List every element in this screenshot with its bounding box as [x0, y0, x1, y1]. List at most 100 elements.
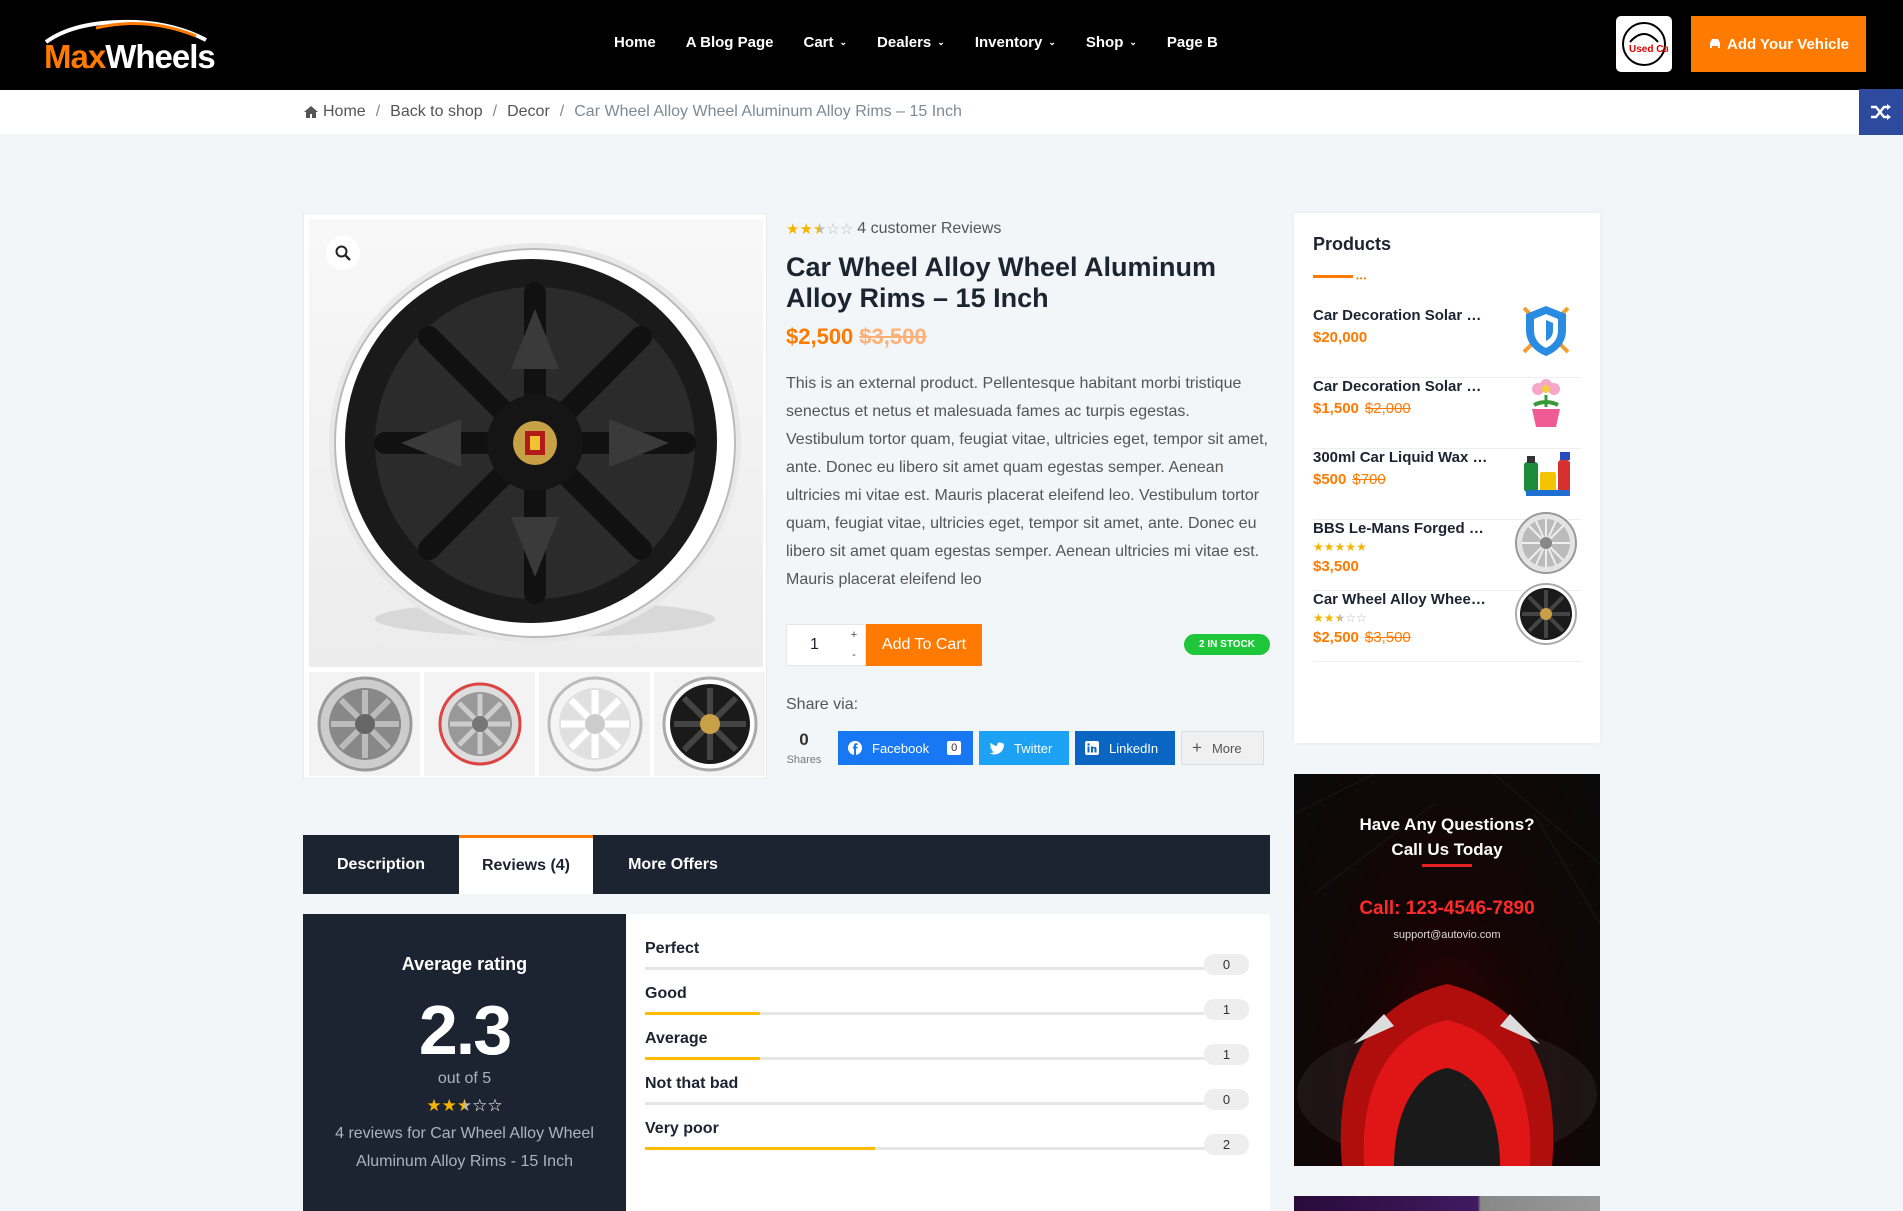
- thumbnail[interactable]: [309, 672, 420, 776]
- chevron-down-icon: ⌄: [1129, 37, 1137, 47]
- share-count-number: 0: [799, 730, 809, 749]
- contact-promo-banner[interactable]: Have Any Questions? Call Us Today Call: 1…: [1294, 774, 1600, 1166]
- tab-description[interactable]: Description: [303, 835, 459, 894]
- shuffle-button[interactable]: [1859, 89, 1903, 135]
- promo-phone: Call: 123-4546-7890: [1359, 898, 1535, 919]
- sidebar-product-price: $20,000: [1313, 329, 1368, 346]
- tab-more-offers[interactable]: More Offers: [593, 835, 753, 894]
- black-wheel-icon: [662, 676, 757, 772]
- breadcrumb-back-to-shop[interactable]: Back to shop: [390, 103, 483, 121]
- breadcrumb-decor[interactable]: Decor: [507, 103, 550, 121]
- sidebar-product-price: $500 $700: [1313, 471, 1386, 488]
- facebook-label: Facebook: [872, 740, 930, 756]
- product-gallery: [303, 213, 767, 779]
- breadcrumb-home[interactable]: Home: [323, 103, 366, 121]
- rating-bar-track: [645, 1012, 1205, 1015]
- add-vehicle-label: Add Your Vehicle: [1727, 35, 1849, 53]
- sidebar-product-item[interactable]: Car Wheel Alloy Wheel Aluminum Alloy Rim…: [1313, 583, 1581, 662]
- chevron-down-icon: ⌄: [839, 37, 848, 47]
- rating-label: Not that bad: [645, 1075, 739, 1092]
- site-logo[interactable]: MaxWheels: [36, 18, 236, 75]
- sidebar-product-name[interactable]: Car Decoration Solar Powered Shield: [1313, 307, 1489, 324]
- quantity-input[interactable]: 1: [787, 625, 842, 665]
- more-label: More: [1211, 740, 1242, 756]
- share-linkedin-button[interactable]: LinkedIn: [1075, 731, 1175, 765]
- nav-item-page-b[interactable]: Page B: [1167, 34, 1218, 51]
- nav-item-home[interactable]: Home: [614, 34, 656, 51]
- linkedin-label: LinkedIn: [1109, 740, 1159, 756]
- star-full-icon: ★: [1356, 540, 1367, 554]
- product-title: Car Wheel Alloy Wheel Aluminum Alloy Rim…: [786, 252, 1217, 313]
- sidebar-product-rating: ★★★★★: [1313, 540, 1367, 554]
- regular-price: $3,500: [859, 324, 927, 349]
- sidebar-product-name[interactable]: 300ml Car Liquid Wax Polish: [1313, 449, 1489, 466]
- share-facebook-button[interactable]: Facebook 0: [838, 731, 973, 765]
- shield-icon[interactable]: [1513, 297, 1579, 363]
- sidebar-product-name[interactable]: Car Decoration Solar Powered Flower: [1313, 378, 1489, 395]
- nav-item-shop[interactable]: Shop ⌄: [1086, 34, 1137, 51]
- rating-count: 2: [1204, 1134, 1249, 1155]
- flower-pot-icon[interactable]: [1513, 368, 1579, 434]
- star-full-icon: ★: [786, 221, 800, 238]
- product-tabs: Description Reviews (4) More Offers: [303, 835, 1270, 894]
- rating-bar-track: [645, 967, 1205, 970]
- nav-item-label: Page B: [1166, 34, 1218, 51]
- nav-item-a-blog-page[interactable]: A Blog Page: [686, 34, 774, 51]
- nav-item-cart[interactable]: Cart ⌄: [803, 34, 847, 51]
- rating-count: 0: [1204, 1089, 1249, 1110]
- share-count: 0 Shares: [786, 730, 822, 768]
- sidebar-product-name[interactable]: BBS Le-Mans Forged Split Rims: [1313, 520, 1489, 537]
- thumbnail[interactable]: [424, 672, 535, 776]
- thumbnail[interactable]: [539, 672, 650, 776]
- star-empty-icon: ☆: [1356, 611, 1367, 625]
- quantity-plus-button[interactable]: +: [843, 625, 865, 645]
- rating-row: Average 1: [645, 1030, 1251, 1074]
- add-to-cart-button[interactable]: Add To Cart: [866, 624, 982, 666]
- nav-item-label: Home: [614, 34, 656, 51]
- silver-wheel-icon[interactable]: [1513, 510, 1579, 576]
- stock-badge: 2 IN STOCK: [1184, 634, 1270, 655]
- car-icon: [1710, 39, 1720, 48]
- rating-label: Very poor: [645, 1120, 719, 1137]
- nav-item-inventory[interactable]: Inventory ⌄: [975, 34, 1056, 51]
- reviews-summary: 4 reviews for Car Wheel Alloy Wheel Alum…: [335, 1125, 594, 1170]
- wax-bottles-icon[interactable]: [1513, 439, 1579, 505]
- share-more-button[interactable]: + More: [1181, 731, 1264, 765]
- grey-wheel-icon: [317, 676, 412, 772]
- facebook-count: 0: [947, 741, 962, 755]
- silver-wheel-icon: [547, 676, 642, 772]
- rating-bar-track: [645, 1057, 1205, 1060]
- add-vehicle-button[interactable]: Add Your Vehicle: [1691, 16, 1866, 72]
- breadcrumb-bar: Home / Back to shop / Decor / Car Wheel …: [0, 90, 1903, 134]
- breadcrumb-current: Car Wheel Alloy Wheel Aluminum Alloy Rim…: [574, 103, 962, 120]
- star-half-icon: ★: [1334, 611, 1346, 625]
- product-rating: ★ ★ ★ ☆ ☆ 4 customer Reviews: [786, 220, 1001, 238]
- thumbnail[interactable]: [654, 672, 765, 776]
- sidebar-product-name[interactable]: Car Wheel Alloy Wheel Aluminum Alloy Rim…: [1313, 591, 1489, 608]
- tab-reviews[interactable]: Reviews (4): [459, 835, 593, 894]
- used-car-logo[interactable]: Used Car: [1616, 16, 1672, 72]
- reviews-link[interactable]: 4 customer Reviews: [857, 220, 1001, 238]
- zoom-button[interactable]: [326, 236, 360, 270]
- nav-item-dealers[interactable]: Dealers ⌄: [877, 34, 945, 51]
- quantity-minus-button[interactable]: -: [843, 645, 865, 665]
- star-full-icon: ★: [1345, 540, 1357, 554]
- star-full-icon: ★: [426, 1096, 442, 1115]
- average-rating-panel: Average rating 2.3 out of 5 ★★★☆☆ 4 revi…: [303, 914, 626, 1211]
- shuffle-icon: [1871, 104, 1891, 120]
- black-wheel-icon[interactable]: [1513, 581, 1579, 647]
- plus-icon: +: [1192, 738, 1202, 757]
- product-main-image[interactable]: [309, 219, 763, 667]
- rating-label: Good: [645, 985, 687, 1002]
- share-twitter-button[interactable]: Twitter: [979, 731, 1069, 765]
- star-full-icon: ★: [441, 1096, 457, 1115]
- home-icon: [304, 106, 318, 118]
- promo-underline: [1422, 864, 1472, 867]
- rating-row: Very poor 2: [645, 1120, 1251, 1164]
- rating-breakdown: Perfect 0 Good 1 Average 1 Not that bad 0 Very p…: [626, 914, 1270, 1211]
- star-full-icon: ★: [1334, 540, 1346, 554]
- widget-title-dots: •••: [1356, 274, 1368, 283]
- rating-bar-fill: [645, 1057, 760, 1060]
- star-rating: ★ ★ ★ ☆ ☆: [786, 220, 853, 238]
- secondary-banner[interactable]: [1294, 1196, 1600, 1211]
